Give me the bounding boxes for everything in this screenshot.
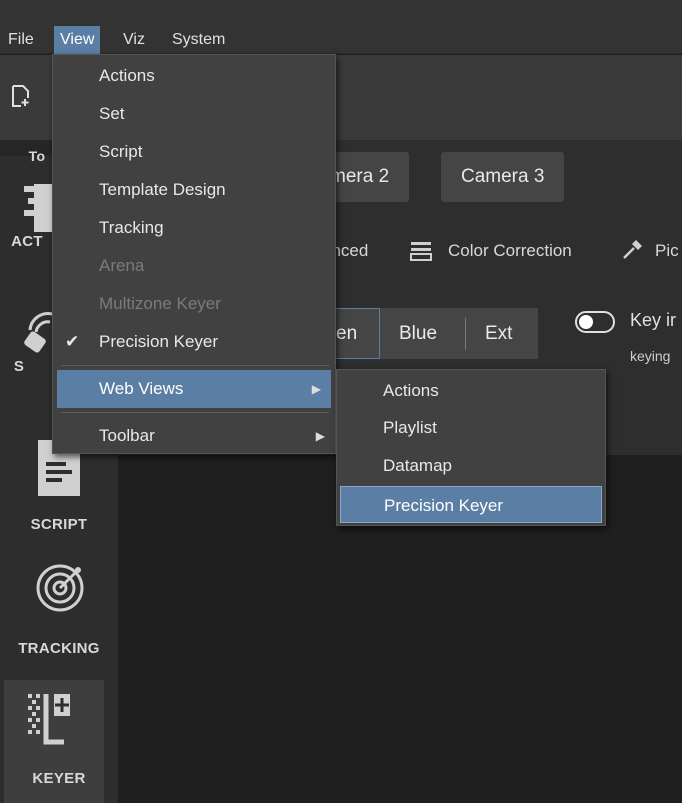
view-menu-item-toolbar-label: Toolbar xyxy=(99,426,155,445)
web-views-submenu: Actions Playlist Datamap Precision Keyer xyxy=(336,369,606,526)
web-views-item-precision-keyer[interactable]: Precision Keyer xyxy=(340,486,602,523)
view-menu: Actions Set Script Template Design Track… xyxy=(52,54,336,454)
tab-picker[interactable]: Pic xyxy=(655,236,679,266)
web-views-item-datamap[interactable]: Datamap xyxy=(337,447,605,484)
toggle-knob xyxy=(579,315,593,329)
set-icon xyxy=(24,312,53,353)
tab-color-correction[interactable]: Color Correction xyxy=(448,236,572,266)
key-toggle-sublabel: keying xyxy=(630,348,671,364)
menu-separator xyxy=(61,365,329,366)
view-menu-item-arena: Arena xyxy=(99,256,145,275)
segment-ext-button[interactable]: Ext xyxy=(485,308,512,359)
camera-3-button[interactable]: Camera 3 xyxy=(441,152,565,202)
view-menu-item-multizone-keyer: Multizone Keyer xyxy=(99,294,221,313)
key-toggle[interactable] xyxy=(575,311,615,333)
view-menu-item-toolbar[interactable]: Toolbar ▶ xyxy=(53,417,335,455)
view-menu-item-set[interactable]: Set xyxy=(53,95,335,133)
key-toggle-label: Key ir xyxy=(630,310,677,330)
menubar: File View Viz System xyxy=(0,0,682,54)
sidebar-item-keyer[interactable]: KEYER xyxy=(4,680,104,803)
submenu-arrow-icon: ▶ xyxy=(315,429,325,443)
segment-divider xyxy=(465,318,466,350)
view-menu-item-template-design[interactable]: Template Design xyxy=(53,171,335,209)
sidebar-label-script: SCRIPT xyxy=(30,516,88,533)
segment-blue-button[interactable]: Blue xyxy=(399,308,437,359)
view-menu-item-tracking[interactable]: Tracking xyxy=(53,209,335,247)
menu-file[interactable]: File xyxy=(2,26,40,54)
menu-system[interactable]: System xyxy=(166,26,231,54)
view-menu-item-web-views-label: Web Views xyxy=(99,379,184,398)
keyer-icon xyxy=(28,694,70,745)
color-correction-icon xyxy=(410,242,432,261)
web-views-item-playlist[interactable]: Playlist xyxy=(337,409,605,446)
tracking-icon xyxy=(36,564,84,612)
menu-view[interactable]: View xyxy=(54,26,101,54)
sidebar-label-tracking: TRACKING xyxy=(18,640,100,657)
view-menu-item-precision-keyer-label: Precision Keyer xyxy=(99,332,219,351)
menu-viz[interactable]: Viz xyxy=(117,26,151,54)
eyedropper-icon xyxy=(623,240,642,259)
checkmark-icon: ✔ xyxy=(65,332,80,351)
segment-green-label: en xyxy=(336,323,358,344)
new-document-icon[interactable] xyxy=(12,85,30,107)
sidebar-label-keyer: KEYER xyxy=(32,770,86,787)
view-menu-item-script[interactable]: Script xyxy=(53,133,335,171)
sidebar-item-tracking[interactable]: TRACKING xyxy=(0,558,118,673)
view-menu-item-precision-keyer[interactable]: ✔ Precision Keyer xyxy=(53,323,335,361)
actions-icon xyxy=(24,184,54,232)
submenu-arrow-icon: ▶ xyxy=(311,382,321,396)
view-menu-item-web-views[interactable]: Web Views ▶ xyxy=(57,370,331,408)
web-views-item-actions[interactable]: Actions xyxy=(337,372,605,409)
view-menu-item-actions[interactable]: Actions xyxy=(53,57,335,95)
menu-separator xyxy=(61,412,329,413)
